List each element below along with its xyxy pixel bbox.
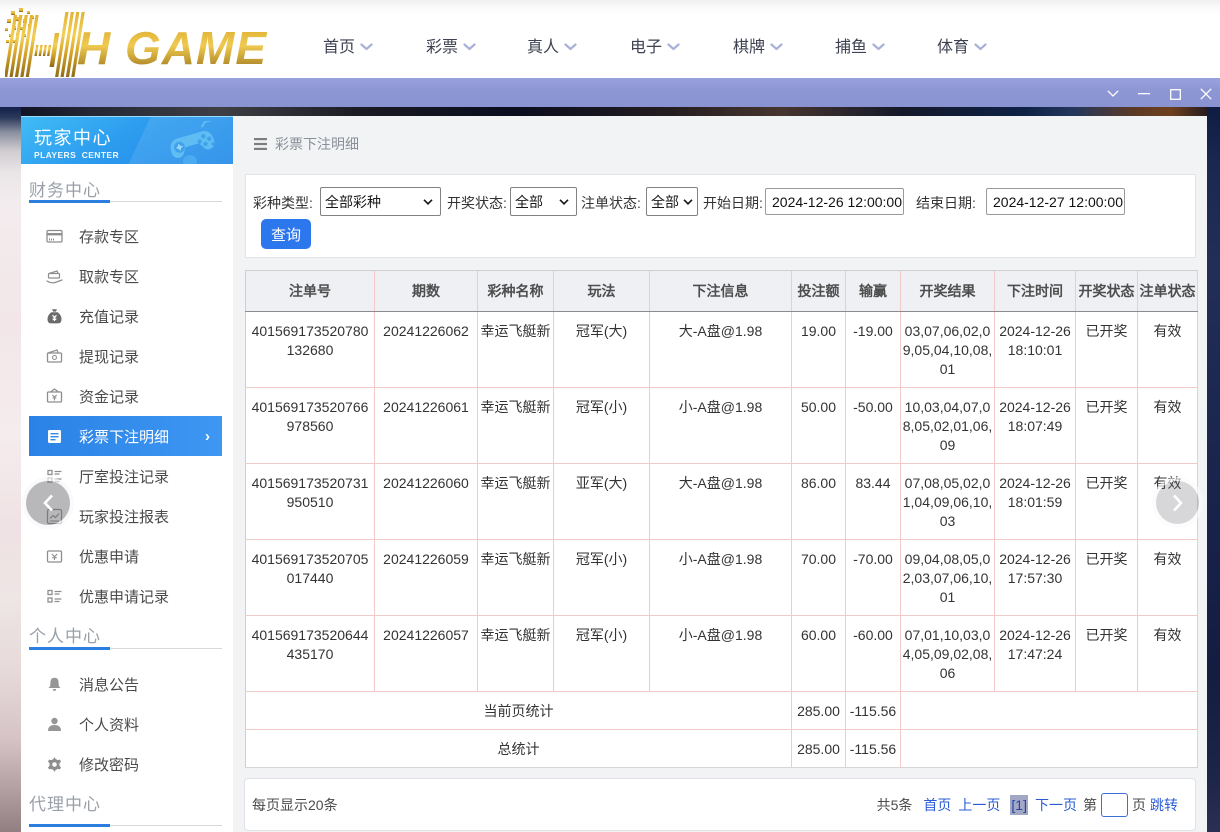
svg-text:H GAME: H GAME — [77, 22, 267, 74]
